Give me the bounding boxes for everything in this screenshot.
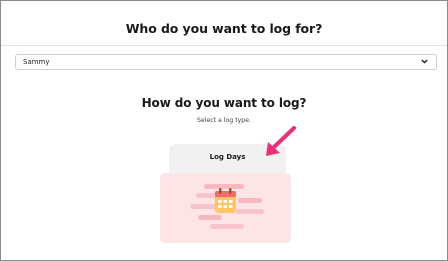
- page-title: Who do you want to log for?: [125, 21, 323, 36]
- person-select-value: Sammy: [23, 58, 50, 66]
- log-method-subtitle: Select a log type.: [196, 117, 251, 124]
- log-for-screen: Who do you want to log for? Sammy How do…: [0, 0, 448, 261]
- log-method-heading: How do you want to log?: [141, 96, 307, 110]
- pointer-arrow-icon: [266, 126, 296, 156]
- calendar-illustration: [190, 184, 264, 229]
- calendar-icon: [215, 188, 236, 213]
- chevron-down-icon: [421, 59, 428, 64]
- header-divider: [1, 45, 447, 46]
- person-select[interactable]: Sammy: [15, 54, 437, 70]
- log-days-card[interactable]: [160, 173, 291, 243]
